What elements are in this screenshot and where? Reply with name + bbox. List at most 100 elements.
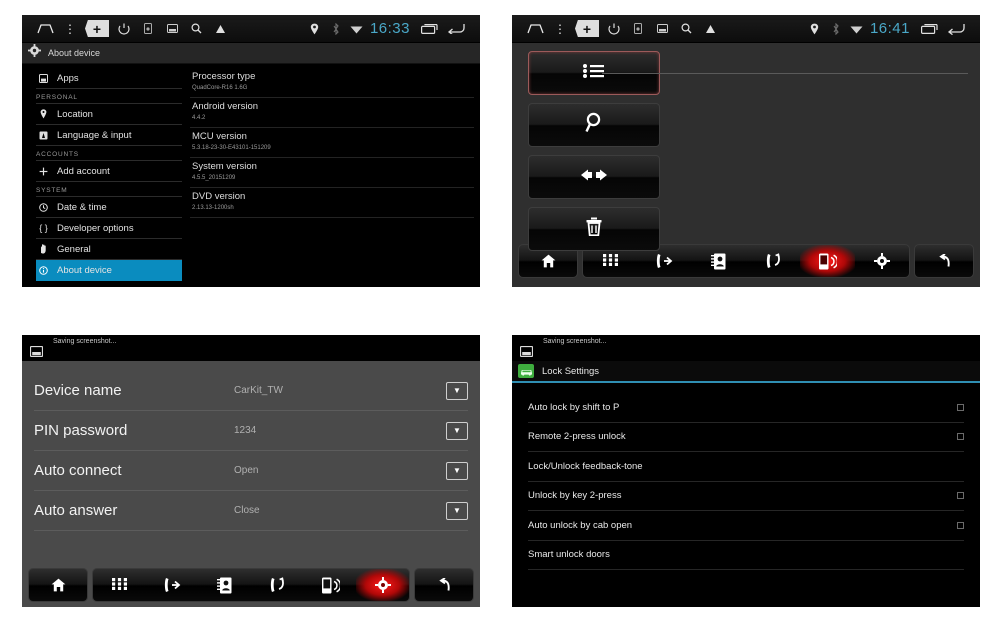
sidebar-item-about-device[interactable]: About device — [36, 260, 182, 281]
power-icon[interactable] — [112, 23, 136, 35]
dialpad-button[interactable] — [93, 569, 146, 601]
checkbox[interactable] — [957, 521, 964, 529]
sidebar-item-label: Language & input — [57, 129, 132, 141]
sidebar-item-developer-options[interactable]: { } Developer options — [36, 218, 182, 239]
row-remote-2press-unlock[interactable]: Remote 2-press unlock — [528, 423, 964, 452]
contacts-button[interactable] — [198, 569, 251, 601]
row-label: Auto lock by shift to P — [528, 401, 620, 413]
checkbox[interactable] — [957, 433, 964, 441]
row-pin-password[interactable]: PIN password 1234 ▼ — [34, 411, 468, 451]
device-button[interactable] — [800, 245, 855, 277]
settings-button[interactable] — [356, 569, 410, 601]
sidebar-item-add-account[interactable]: Add account — [36, 161, 182, 182]
wifi-icon[interactable] — [846, 24, 868, 34]
info-value: 4.5.5_20151209 — [192, 175, 236, 181]
dropdown-button[interactable]: ▼ — [446, 421, 468, 440]
plus-key-icon[interactable]: + — [572, 20, 602, 37]
contacts-icon — [217, 577, 232, 593]
call-out-icon — [766, 253, 780, 268]
back-icon[interactable] — [942, 23, 970, 35]
location-icon[interactable] — [304, 23, 326, 35]
screenshot-icon[interactable] — [160, 24, 184, 33]
settings-button[interactable] — [855, 245, 909, 277]
warning-icon[interactable] — [698, 24, 722, 34]
row-auto-unlock-cab-open[interactable]: Auto unlock by cab open — [528, 511, 964, 541]
toast-text: Saving screenshot... — [53, 338, 117, 345]
search-icon[interactable] — [674, 23, 698, 34]
search-button[interactable] — [528, 103, 660, 147]
dialpad-button[interactable] — [583, 245, 637, 277]
device-button[interactable] — [304, 569, 357, 601]
row-lock-unlock-feedback-tone[interactable]: Lock/Unlock feedback-tone — [528, 452, 964, 482]
row-partially-visible[interactable] — [528, 570, 964, 584]
sidebar-item-label: About device — [57, 264, 112, 276]
wifi-icon[interactable] — [346, 24, 368, 34]
back-button[interactable] — [414, 568, 474, 602]
call-in-button[interactable] — [146, 569, 199, 601]
home-button[interactable] — [28, 568, 88, 602]
call-out-button[interactable] — [746, 245, 800, 277]
sd-card-icon[interactable] — [136, 23, 160, 34]
settings-section-personal: PERSONAL — [36, 89, 182, 104]
menu-dots-icon[interactable]: ⋮ — [58, 22, 82, 36]
sd-card-icon[interactable] — [626, 23, 650, 34]
back-button[interactable] — [914, 244, 974, 278]
page-title-bar: About device — [22, 43, 480, 64]
home-icon — [541, 254, 555, 268]
device-icon — [818, 253, 837, 269]
row-device-name[interactable]: Device name CarKit_TW ▼ — [34, 371, 468, 411]
sidebar-item-general[interactable]: General — [36, 239, 182, 260]
info-key: Android version — [192, 101, 259, 112]
sync-button[interactable] — [528, 155, 660, 199]
sidebar-item-location[interactable]: Location — [36, 104, 182, 125]
row-unlock-by-key-2press[interactable]: Unlock by key 2-press — [528, 482, 964, 511]
row-smart-unlock-doors[interactable]: Smart unlock doors — [528, 541, 964, 570]
back-icon[interactable] — [442, 23, 470, 34]
recents-icon[interactable] — [916, 23, 942, 34]
sidebar-item-label: General — [57, 243, 91, 255]
settings-body: Apps PERSONAL Location Language & input … — [22, 64, 480, 287]
row-value: 1234 — [234, 425, 257, 436]
content-divider — [602, 73, 968, 74]
location-icon — [38, 109, 49, 119]
warning-icon[interactable] — [208, 24, 232, 34]
home-icon[interactable] — [522, 23, 548, 34]
row-label: Smart unlock doors — [528, 549, 610, 561]
dropdown-button[interactable]: ▼ — [446, 461, 468, 480]
status-bar-panel2: ⋮ + 16:41 — [512, 15, 980, 43]
bluetooth-icon[interactable] — [326, 22, 346, 35]
page-title-bar: Lock Settings — [512, 361, 980, 383]
call-out-button[interactable] — [251, 569, 304, 601]
sidebar-item-date-time[interactable]: Date & time — [36, 197, 182, 218]
bottom-nav-panel3 — [22, 567, 480, 607]
panel-lock-settings: Saving screenshot... Lock Settings Auto … — [512, 335, 980, 607]
call-in-button[interactable] — [637, 245, 691, 277]
search-icon[interactable] — [184, 23, 208, 34]
contacts-button[interactable] — [692, 245, 746, 277]
screenshot-icon — [29, 344, 44, 362]
bluetooth-icon[interactable] — [826, 22, 846, 35]
location-icon[interactable] — [804, 23, 826, 35]
page-title: Lock Settings — [542, 365, 600, 377]
recents-icon[interactable] — [416, 23, 442, 34]
row-auto-answer[interactable]: Auto answer Close ▼ — [34, 491, 468, 531]
screenshot-icon[interactable] — [650, 24, 674, 33]
settings-section-system: SYSTEM — [36, 182, 182, 197]
sidebar-item-language-input[interactable]: Language & input — [36, 125, 182, 146]
plus-key-icon[interactable]: + — [82, 20, 112, 37]
dropdown-button[interactable]: ▼ — [446, 381, 468, 400]
row-auto-connect[interactable]: Auto connect Open ▼ — [34, 451, 468, 491]
info-key: Processor type — [192, 71, 256, 82]
info-value: 4.4.2 — [192, 115, 206, 121]
checkbox[interactable] — [957, 492, 964, 500]
sidebar-item-apps[interactable]: Apps — [36, 68, 182, 89]
row-auto-lock-shift-p[interactable]: Auto lock by shift to P — [528, 393, 964, 423]
menu-dots-icon[interactable]: ⋮ — [548, 22, 572, 36]
hand-icon — [38, 244, 49, 254]
home-icon[interactable] — [32, 23, 58, 34]
power-icon[interactable] — [602, 23, 626, 35]
transfer-icon — [581, 168, 607, 187]
dropdown-button[interactable]: ▼ — [446, 501, 468, 520]
checkbox[interactable] — [957, 403, 964, 411]
row-value: CarKit_TW — [234, 385, 283, 396]
